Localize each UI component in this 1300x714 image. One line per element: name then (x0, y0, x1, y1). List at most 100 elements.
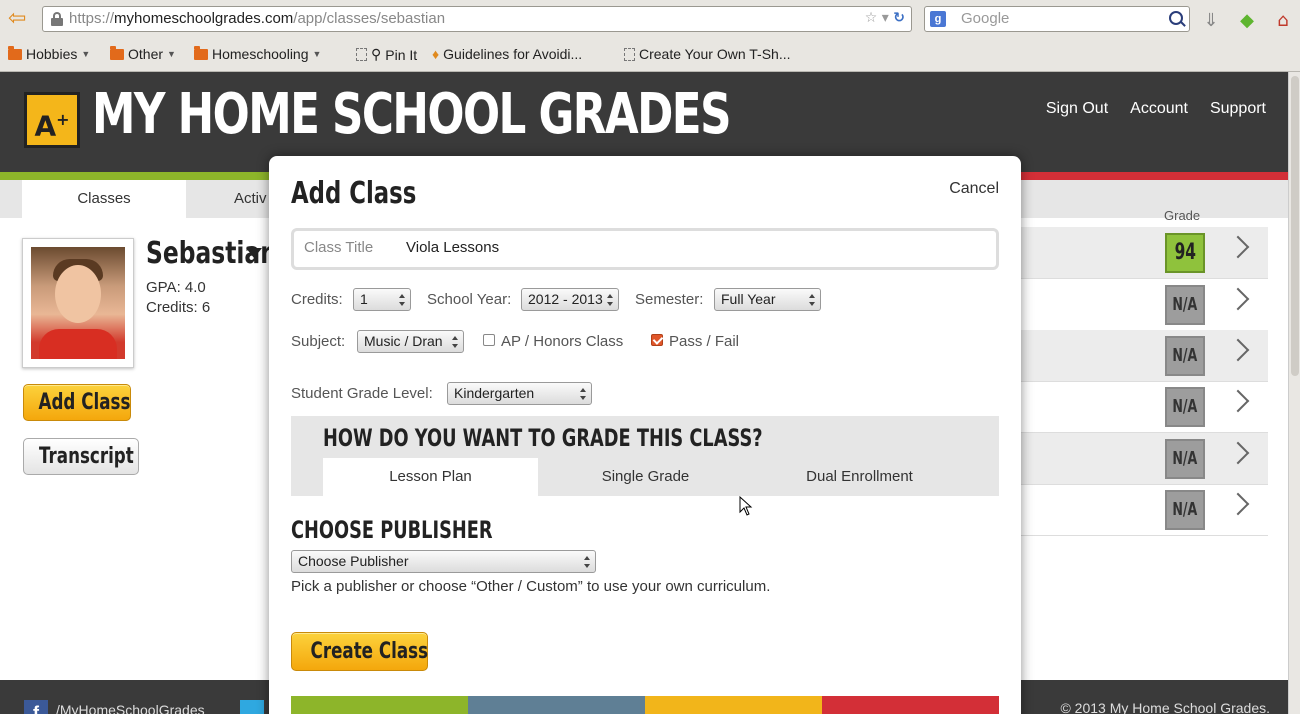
person-icon: ♦ (432, 46, 440, 62)
bookmark-homeschooling[interactable]: Homeschooling ▼ (194, 45, 321, 62)
stripe-blue (468, 696, 645, 714)
semester-label: Semester: (635, 291, 704, 308)
grade-badge: N/A (1165, 490, 1205, 530)
subject-select[interactable]: Music / Dran (357, 330, 464, 353)
select-arrows-icon (452, 334, 459, 349)
select-arrows-icon (580, 386, 587, 401)
bookmark-other[interactable]: Other ▼ (110, 45, 176, 62)
tab-dual-enrollment[interactable]: Dual Enrollment (752, 458, 967, 496)
modal-title: Add Class (291, 176, 417, 211)
class-row[interactable]: N/A (1020, 484, 1268, 536)
class-row[interactable]: N/A (1020, 279, 1268, 331)
google-icon[interactable]: g (930, 11, 946, 27)
create-class-button[interactable]: Create Class (291, 632, 428, 671)
school-year-select[interactable]: 2012 - 2013 (521, 288, 619, 311)
publisher-hint: Pick a publisher or choose “Other / Cust… (291, 578, 771, 595)
subject-label: Subject: (291, 333, 346, 350)
select-arrows-icon (584, 554, 591, 569)
grade-badge: N/A (1165, 387, 1205, 427)
back-arrow-icon[interactable]: ⇦ (8, 8, 30, 30)
class-row[interactable]: 94 (1020, 227, 1268, 279)
chevron-right-icon[interactable] (1226, 287, 1250, 311)
site-title[interactable]: MY HOME SCHOOL GRADES (92, 82, 732, 147)
tab-classes[interactable]: Classes (22, 180, 186, 218)
avatar (31, 247, 125, 359)
grade-badge: 94 (1165, 233, 1205, 273)
school-year-label: School Year: (427, 291, 512, 308)
tab-single-grade[interactable]: Single Grade (538, 458, 753, 496)
feedly-icon[interactable]: ◆ (1236, 10, 1258, 32)
download-icon[interactable]: ⇓ (1200, 10, 1222, 32)
semester-select[interactable]: Full Year (714, 288, 821, 311)
grade-column-header: Grade (1164, 208, 1201, 223)
grade-level-label: Student Grade Level: (291, 385, 433, 402)
ap-honors-checkbox[interactable] (483, 334, 495, 346)
chevron-right-icon[interactable] (1226, 441, 1250, 465)
search-icon[interactable] (1169, 11, 1183, 25)
page-scrollbar[interactable] (1288, 72, 1300, 714)
add-class-button[interactable]: Add Class (23, 384, 131, 421)
logo-badge[interactable]: A+ (24, 92, 80, 148)
chevron-right-icon[interactable] (1226, 235, 1250, 259)
select-arrows-icon (399, 292, 406, 307)
grade-badge: N/A (1165, 285, 1205, 325)
bookmark-pin-it[interactable]: ⚲ Pin It (356, 46, 417, 63)
grade-level-select[interactable]: Kindergarten (447, 382, 592, 405)
account-link[interactable]: Account (1130, 100, 1188, 118)
grade-badge: N/A (1165, 336, 1205, 376)
header-nav: Sign Out Account Support (1046, 100, 1266, 118)
reload-icon[interactable]: ↻ (893, 10, 905, 26)
sign-out-link[interactable]: Sign Out (1046, 100, 1108, 118)
lock-icon (51, 12, 63, 26)
chevron-right-icon[interactable] (1226, 492, 1250, 516)
chevron-right-icon[interactable] (1226, 389, 1250, 413)
scrollbar-thumb[interactable] (1291, 76, 1299, 376)
transcript-button[interactable]: Transcript (23, 438, 139, 475)
student-photo (22, 238, 134, 368)
stripe-green (291, 696, 468, 714)
facebook-icon[interactable]: f (24, 700, 48, 714)
pass-fail-label: Pass / Fail (669, 333, 740, 350)
url-bar[interactable]: https://myhomeschoolgrades.com/app/class… (42, 6, 912, 32)
bookmark-hobbies[interactable]: Hobbies ▼ (8, 45, 90, 62)
publisher-select[interactable]: Choose Publisher (291, 550, 596, 573)
credits-select[interactable]: 1 (353, 288, 411, 311)
url-text[interactable]: https://myhomeschoolgrades.com/app/class… (69, 10, 445, 27)
tab-lesson-plan[interactable]: Lesson Plan (323, 458, 538, 496)
bookmark-tshirt[interactable]: Create Your Own T-Sh... (624, 46, 791, 62)
modal-color-stripe (291, 696, 999, 714)
folder-icon (8, 45, 22, 60)
class-row[interactable]: N/A (1020, 433, 1268, 485)
page-icon (356, 48, 367, 61)
chevron-down-icon[interactable] (246, 248, 262, 258)
facebook-link[interactable]: /MyHomeSchoolGrades (56, 702, 205, 714)
chevron-right-icon[interactable] (1226, 338, 1250, 362)
bookmark-guidelines[interactable]: ♦ Guidelines for Avoidi... (432, 46, 582, 62)
class-title-field[interactable]: Class Title Viola Lessons (291, 228, 999, 270)
navigation-row: ⇦ https://myhomeschoolgrades.com/app/cla… (0, 4, 1300, 36)
class-title-input[interactable]: Viola Lessons (406, 239, 499, 256)
dropdown-icon[interactable]: ▾ (882, 10, 889, 26)
ap-honors-label: AP / Honors Class (501, 333, 624, 350)
folder-icon (110, 45, 124, 60)
class-row[interactable]: N/A (1020, 381, 1268, 433)
bookmarks-bar: Hobbies ▼ Other ▼ Homeschooling ▼ ⚲ Pin It ♦… (0, 42, 1300, 68)
grade-badge: N/A (1165, 439, 1205, 479)
class-row[interactable]: N/A (1020, 330, 1268, 382)
grading-method-section: HOW DO YOU WANT TO GRADE THIS CLASS? Les… (291, 416, 999, 496)
support-link[interactable]: Support (1210, 100, 1266, 118)
folder-icon (194, 45, 208, 60)
twitter-icon[interactable] (240, 700, 264, 714)
publisher-heading: CHOOSE PUBLISHER (291, 516, 493, 544)
home-icon[interactable]: ⌂ (1272, 10, 1294, 32)
class-title-label: Class Title (304, 239, 374, 256)
grading-method-heading: HOW DO YOU WANT TO GRADE THIS CLASS? (323, 424, 763, 452)
star-icon[interactable]: ☆ (865, 10, 878, 26)
search-input[interactable]: Google (961, 10, 1009, 27)
search-bar[interactable]: g Google (924, 6, 1190, 32)
pass-fail-checkbox[interactable] (651, 334, 663, 346)
url-actions: ☆ ▾ ↻ (865, 10, 905, 26)
student-gpa: GPA: 4.0 (146, 279, 206, 296)
stripe-red (822, 696, 999, 714)
cancel-button[interactable]: Cancel (949, 180, 999, 198)
